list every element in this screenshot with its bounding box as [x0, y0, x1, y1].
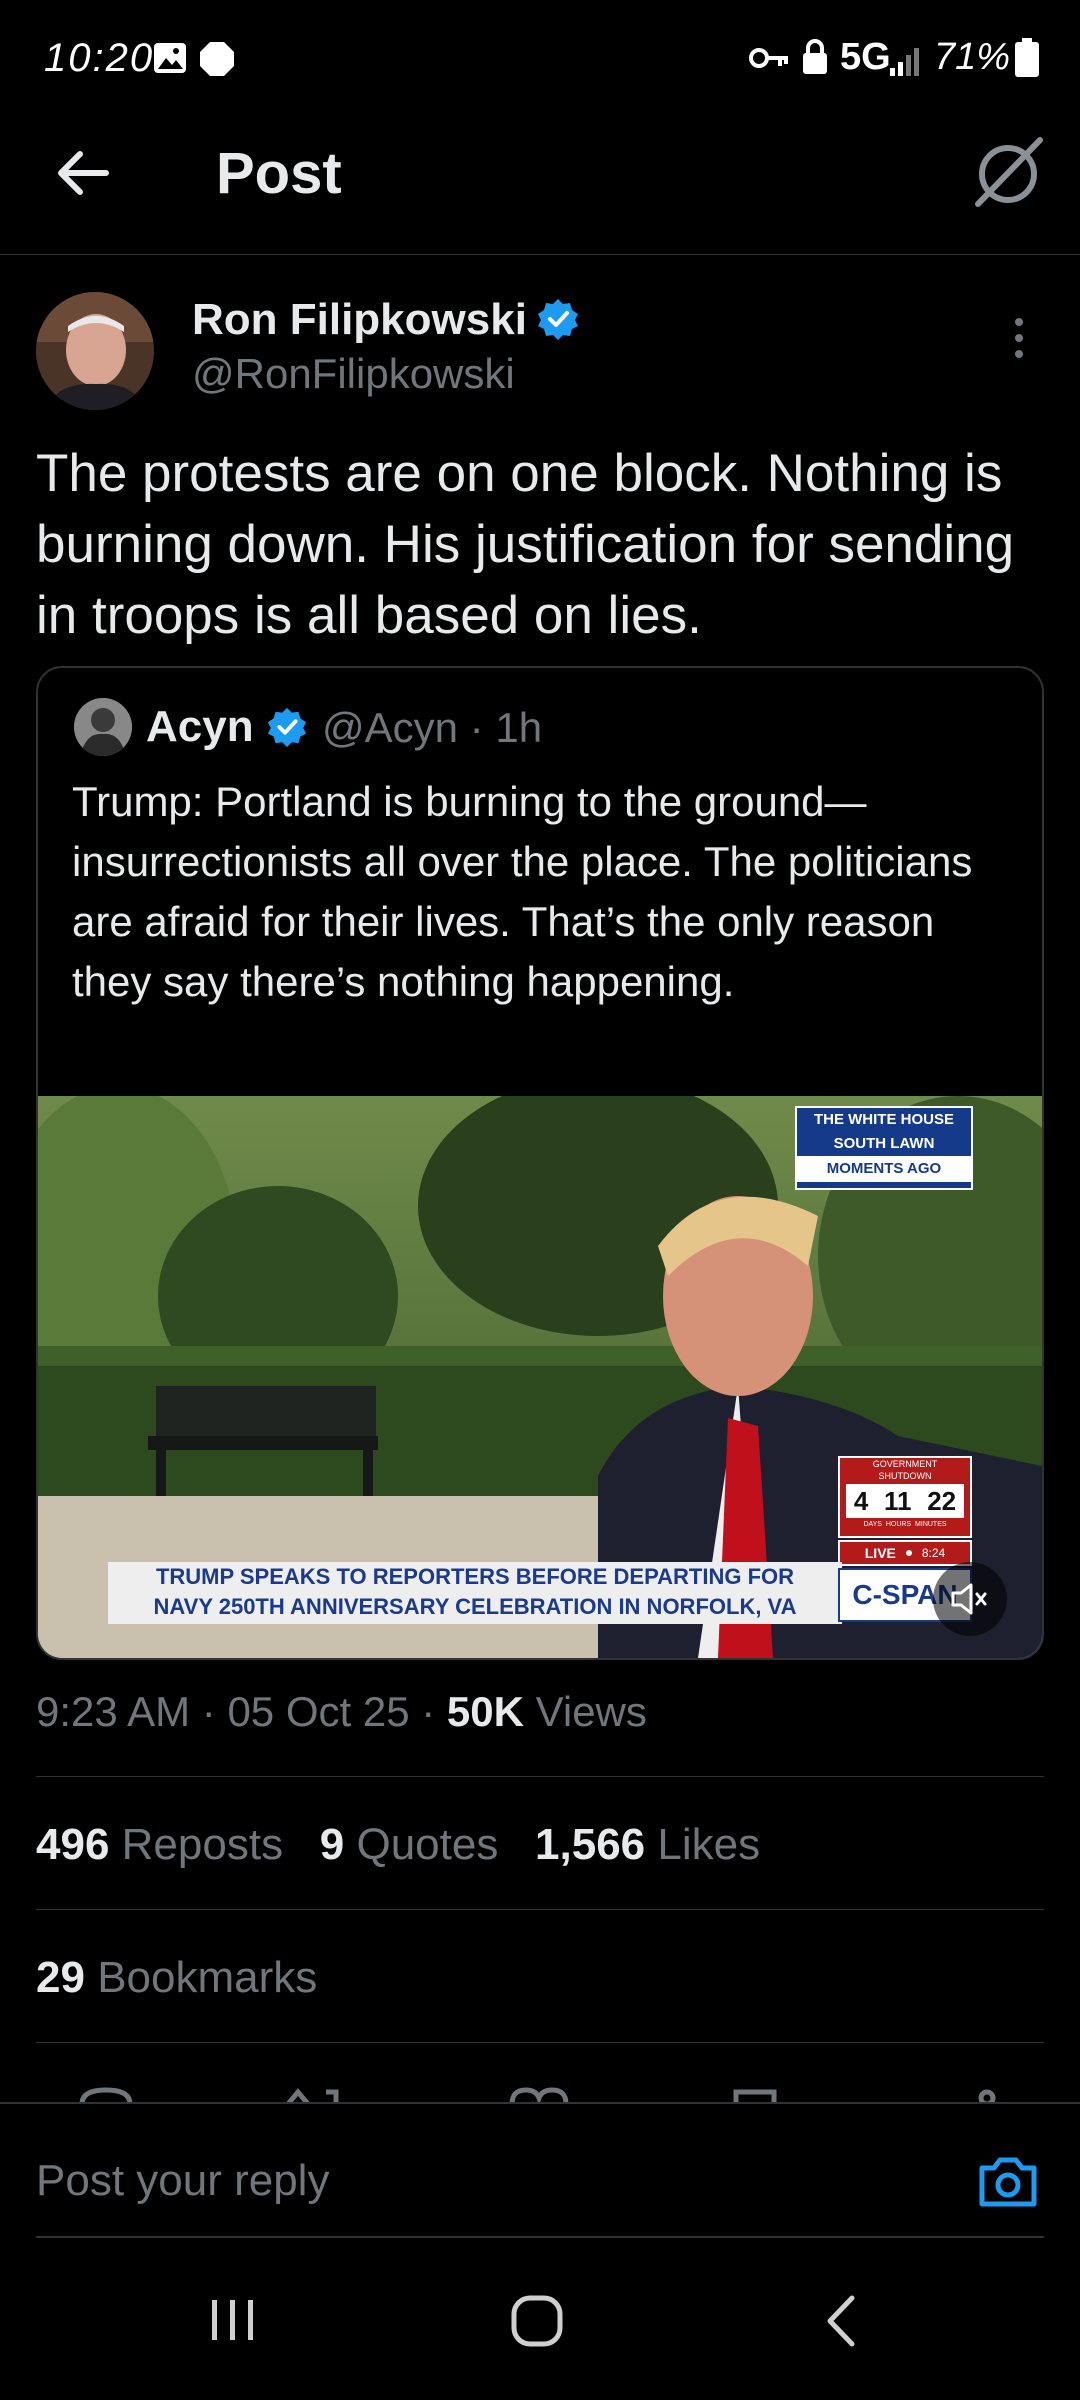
grok-icon[interactable]: [970, 134, 1046, 210]
status-bar: 10:20 5G 71%: [0, 0, 1080, 120]
shutdown-hours: 11: [884, 1485, 912, 1516]
location-line-3: MOMENTS AGO: [797, 1156, 971, 1182]
camera-icon[interactable]: [976, 2154, 1040, 2210]
views-label: Views: [535, 1688, 647, 1735]
video-caption: TRUMP SPEAKS TO REPORTERS BEFORE DEPARTI…: [108, 1562, 842, 1624]
mute-button[interactable]: [933, 1562, 1007, 1636]
recent-apps-icon[interactable]: [208, 2296, 258, 2344]
likes-stat[interactable]: 1,566 Likes: [535, 1820, 760, 1869]
reply-underline: [36, 2236, 1044, 2238]
meta-separator: ·: [421, 1688, 447, 1735]
engagement-stats: 496 Reposts 9 Quotes 1,566 Likes: [36, 1820, 760, 1870]
video-player[interactable]: THE WHITE HOUSE SOUTH LAWN MOMENTS AGO G…: [38, 1096, 1042, 1658]
status-time: 10:20: [44, 36, 155, 80]
vpn-key-icon: [749, 48, 788, 68]
bookmarks-count: 29: [36, 1953, 85, 2002]
quoted-author-avatar: [74, 698, 132, 756]
post-time: 9:23 AM: [36, 1688, 191, 1735]
back-nav-icon[interactable]: [822, 2294, 858, 2348]
live-dot-icon: [905, 1550, 912, 1556]
author-name[interactable]: Ron Filipkowski: [192, 295, 527, 345]
shutdown-labels: DAYS HOURS MINUTES: [863, 1521, 947, 1528]
gallery-icon: [154, 43, 186, 73]
verified-badge-icon: [538, 299, 578, 340]
shutdown-minutes: 22: [927, 1485, 957, 1516]
battery-percent: 71%: [934, 36, 1011, 78]
views-count: 50K: [446, 1688, 524, 1735]
quotes-label: Quotes: [356, 1820, 499, 1869]
post-meta: 9:23 AM · 05 Oct 25 · 50K Views: [36, 1688, 647, 1736]
caption-line-1: TRUMP SPEAKS TO REPORTERS BEFORE DEPARTI…: [155, 1564, 795, 1589]
page-title: Post: [216, 141, 342, 206]
header: [0, 120, 1080, 255]
system-nav-bar: [0, 2250, 1080, 2400]
battery-icon: [1015, 38, 1039, 77]
bookmarks-label: Bookmarks: [97, 1953, 318, 2002]
shutdown-days: 4: [853, 1485, 869, 1516]
likes-label: Likes: [657, 1820, 761, 1869]
reply-input[interactable]: Post your reply: [36, 2156, 329, 2206]
muted-speaker-icon: [951, 1583, 987, 1615]
reposts-stat[interactable]: 496 Reposts: [36, 1820, 295, 1869]
reposts-label: Reposts: [121, 1820, 284, 1869]
reposts-count: 496: [36, 1820, 110, 1869]
quoted-author-handle: @Acyn · 1h: [322, 704, 543, 751]
shutdown-clock: GOVERNMENT SHUTDOWN 4 11 22 DAYS HOURS M…: [838, 1456, 972, 1538]
location-line-2: SOUTH LAWN: [833, 1135, 935, 1152]
shutdown-line-2: SHUTDOWN: [878, 1471, 932, 1481]
divider: [36, 1909, 1044, 1910]
divider: [36, 2042, 1044, 2043]
location-line-1: THE WHITE HOUSE: [813, 1111, 954, 1128]
notification-dot-icon: [200, 42, 234, 76]
live-time: 8:24: [921, 1546, 946, 1560]
network-label: 5G: [840, 36, 891, 78]
author-avatar[interactable]: [36, 292, 154, 410]
divider: [36, 1776, 1044, 1777]
signal-icon: [890, 48, 919, 76]
quotes-stat[interactable]: 9 Quotes: [320, 1820, 511, 1869]
home-icon[interactable]: [510, 2294, 564, 2348]
location-tag: THE WHITE HOUSE SOUTH LAWN MOMENTS AGO: [795, 1106, 973, 1190]
quoted-post-text: Trump: Portland is burning to the ground…: [72, 778, 973, 1005]
post-date: 05 Oct 25: [227, 1688, 410, 1735]
live-label: LIVE: [864, 1545, 896, 1561]
quoted-author-name: Acyn: [146, 702, 254, 751]
lock-icon: [803, 39, 827, 74]
quoted-verified-badge-icon: [267, 707, 307, 748]
meta-separator: ·: [201, 1688, 228, 1735]
caption-line-2: NAVY 250TH ANNIVERSARY CELEBRATION IN NO…: [153, 1594, 797, 1619]
more-options-icon[interactable]: [1004, 316, 1034, 366]
author-handle[interactable]: @RonFilipkowski: [192, 350, 515, 398]
post-text: The protests are on one block. Nothing i…: [36, 444, 1015, 645]
likes-count: 1,566: [535, 1820, 646, 1869]
quotes-count: 9: [319, 1820, 345, 1869]
arrow-left-icon[interactable]: [54, 144, 112, 202]
shutdown-line-1: GOVERNMENT: [872, 1459, 938, 1469]
bookmarks-stat[interactable]: 29 Bookmarks: [36, 1953, 317, 2003]
